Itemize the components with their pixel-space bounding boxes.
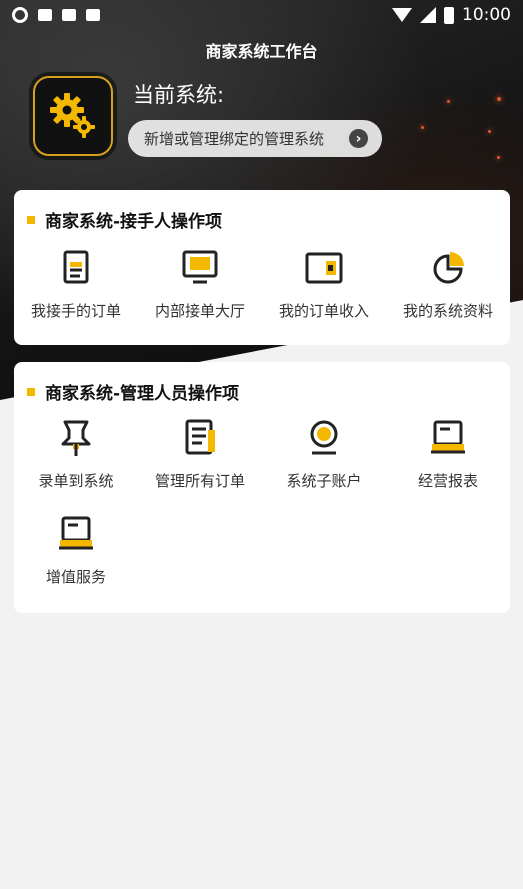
menu-item-label: 内部接单大厅 — [154, 302, 245, 320]
gear-icon — [33, 76, 113, 156]
status-bar: 10:00 — [0, 0, 523, 30]
battery-icon — [444, 6, 454, 24]
menu-item-label: 录单到系统 — [38, 472, 114, 490]
sync-icon — [12, 7, 28, 23]
menu-item-system-profile[interactable]: 我的系统资料 — [386, 248, 510, 321]
menu-item-label: 我接手的订单 — [30, 302, 121, 320]
wallet-icon — [304, 248, 344, 288]
pie-chart-icon — [428, 248, 468, 288]
section-title-text: 商家系统-管理人员操作项 — [45, 384, 240, 404]
manage-bound-systems-label: 新增或管理绑定的管理系统 — [144, 130, 325, 148]
notes-icon — [180, 418, 220, 458]
wifi-icon — [392, 8, 412, 22]
menu-item-label: 我的订单收入 — [278, 302, 369, 320]
account-icon — [304, 418, 344, 458]
signal-icon — [420, 7, 436, 23]
ember-dot — [497, 97, 501, 101]
menu-item-business-report[interactable]: 经营报表 — [386, 418, 510, 491]
menu-item-label: 经营报表 — [417, 472, 478, 490]
menu-item-order-hall[interactable]: 内部接单大厅 — [138, 248, 262, 321]
menu-item-label: 系统子账户 — [286, 472, 362, 490]
section-title-text: 商家系统-接手人操作项 — [45, 212, 223, 232]
menu-item-label: 我的系统资料 — [402, 302, 493, 320]
section-marker — [27, 387, 35, 396]
chevron-right-icon: › — [349, 129, 368, 148]
menu-item-value-added-services[interactable]: 增值服务 — [14, 514, 138, 587]
menu-item-label: 管理所有订单 — [154, 472, 245, 490]
current-system-label: 当前系统: — [133, 83, 225, 107]
ember-dot — [421, 126, 424, 129]
menu-item-manage-orders[interactable]: 管理所有订单 — [138, 418, 262, 491]
menu-item-my-received-orders[interactable]: 我接手的订单 — [14, 248, 138, 321]
section-marker — [27, 215, 35, 224]
menu-item-label: 增值服务 — [45, 568, 106, 586]
laptop-icon — [56, 514, 96, 554]
menu-item-enter-order[interactable]: 录单到系统 — [14, 418, 138, 491]
menu-item-sub-accounts[interactable]: 系统子账户 — [262, 418, 386, 491]
section-title: 商家系统-接手人操作项 — [27, 207, 222, 232]
pin-icon — [56, 418, 96, 458]
menu-item-order-income[interactable]: 我的订单收入 — [262, 248, 386, 321]
ember-dot — [488, 130, 491, 133]
manager-operations-card: 商家系统-管理人员操作项 录单到系统 管理所有订单 系统子账户 经营报表 增值服… — [14, 362, 510, 613]
laptop-icon — [428, 418, 468, 458]
ember-dot — [447, 100, 450, 103]
handler-operations-card: 商家系统-接手人操作项 我接手的订单 内部接单大厅 我的订单收入 我的系统资料 — [14, 190, 510, 345]
a-icon — [86, 9, 100, 21]
mail-icon — [38, 9, 52, 21]
monitor-icon — [180, 248, 220, 288]
section-title: 商家系统-管理人员操作项 — [27, 379, 239, 404]
document-icon — [56, 248, 96, 288]
manage-bound-systems-button[interactable]: 新增或管理绑定的管理系统 › — [128, 120, 382, 157]
page-title: 商家系统工作台 — [205, 42, 318, 61]
mail-icon — [62, 9, 76, 21]
status-time: 10:00 — [462, 5, 511, 25]
ember-dot — [497, 156, 500, 159]
